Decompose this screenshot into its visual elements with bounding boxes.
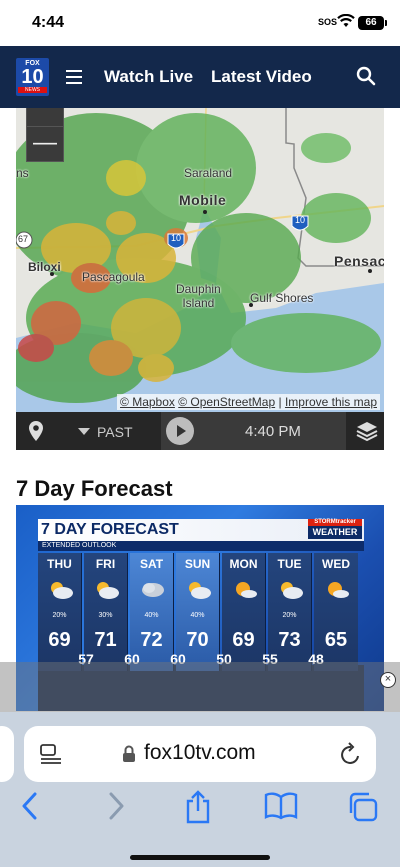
previous-tab-peek[interactable] <box>0 726 14 782</box>
map-shield-i10-west: 10 <box>171 233 182 243</box>
status-bar: 4:44 SOS 66 <box>0 0 400 46</box>
partly-cloudy-icon <box>48 579 74 606</box>
lock-icon <box>122 745 136 768</box>
site-header: FOX 10 NEWS Watch Live Latest Video <box>0 46 400 108</box>
mostly-sunny-icon <box>232 579 258 606</box>
nav-watch-live[interactable]: Watch Live <box>104 67 193 87</box>
section-title: 7 Day Forecast <box>16 476 173 501</box>
menu-icon[interactable] <box>66 70 82 84</box>
browser-toolbar: fox10tv.com <box>0 712 400 867</box>
search-icon[interactable] <box>356 66 376 91</box>
play-icon[interactable] <box>166 417 194 445</box>
improve-map-link[interactable]: Improve this map <box>285 395 377 409</box>
url-domain[interactable]: fox10tv.com <box>144 741 256 765</box>
past-dropdown[interactable]: PAST <box>78 424 133 440</box>
osm-link[interactable]: © OpenStreetMap <box>178 395 275 409</box>
layers-icon[interactable] <box>356 420 378 447</box>
radar-map[interactable]: Saraland Mobile Biloxi Pascagoula Dauphi… <box>16 108 384 412</box>
radar-timestamp: 4:40 PM <box>245 423 301 440</box>
mapbox-link[interactable]: © Mapbox <box>120 395 175 409</box>
map-label-edge: ns <box>16 166 29 180</box>
cloudy-icon <box>140 579 166 606</box>
map-label-dauphin-island: Dauphin Island <box>176 282 221 310</box>
partly-cloudy-icon <box>186 579 212 606</box>
map-attribution: © Mapbox © OpenStreetMap | Improve this … <box>117 394 380 410</box>
tabs-icon[interactable] <box>347 792 379 827</box>
forecast-title: 7 DAY FORECAST <box>41 521 179 538</box>
radar-timeline: 4:40 PM <box>161 412 346 450</box>
map-label-pascagoula: Pascagoula <box>82 270 145 284</box>
bookmarks-icon[interactable] <box>264 792 298 825</box>
map-label-mobile: Mobile <box>179 192 227 208</box>
forward-icon[interactable] <box>106 792 126 825</box>
address-bar[interactable]: fox10tv.com <box>24 726 376 782</box>
partly-cloudy-icon <box>278 579 304 606</box>
radar-map-canvas <box>16 108 384 412</box>
map-label-biloxi: Biloxi <box>28 260 61 274</box>
zoom-out-button[interactable]: — <box>26 126 64 162</box>
close-ad-icon[interactable]: × <box>380 672 396 688</box>
forecast-header: 7 DAY FORECAST STORMtracker WEATHER <box>38 519 364 541</box>
partly-cloudy-icon <box>94 579 120 606</box>
location-pin-icon[interactable] <box>28 421 44 446</box>
fox10-logo[interactable]: FOX 10 NEWS <box>16 58 49 96</box>
share-icon[interactable] <box>184 790 212 829</box>
wifi-icon <box>337 13 355 33</box>
map-label-gulf-shores: Gulf Shores <box>250 291 314 305</box>
sos-indicator: SOS <box>318 17 338 27</box>
home-indicator <box>130 855 270 860</box>
battery-icon: 66 <box>358 16 387 30</box>
ad-banner[interactable]: × <box>0 662 400 712</box>
nav-latest-video[interactable]: Latest Video <box>211 67 312 87</box>
map-label-pensacola: Pensac <box>334 253 384 269</box>
reload-icon[interactable] <box>340 742 362 771</box>
map-shield-i10-east: 10 <box>295 215 306 225</box>
map-label-saraland: Saraland <box>184 166 233 180</box>
radar-controls: PAST 4:40 PM <box>16 412 384 450</box>
status-time: 4:44 <box>32 14 65 31</box>
back-icon[interactable] <box>20 792 40 825</box>
stormtracker-logo: STORMtracker WEATHER <box>308 519 362 539</box>
forecast-subtitle: EXTENDED OUTLOOK <box>38 541 364 551</box>
map-shield-67: 67 <box>18 234 29 244</box>
mostly-sunny-icon <box>324 579 350 606</box>
page-menu-icon[interactable] <box>40 744 62 769</box>
